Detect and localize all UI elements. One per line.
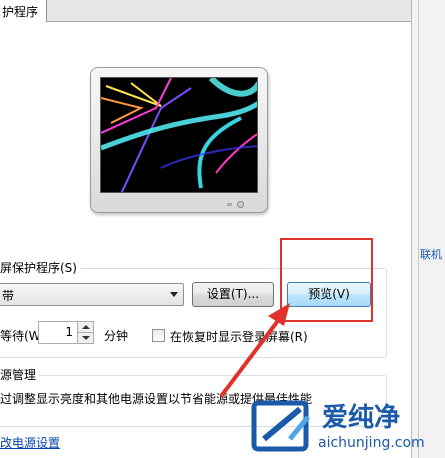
monitor-preview <box>90 67 268 213</box>
screensaver-selected-value: 带 <box>2 289 15 303</box>
watermark-url: aichunjing.com <box>318 435 425 451</box>
watermark-title: 爱纯净 <box>322 403 401 433</box>
right-panel-partial-text: 联机 <box>420 248 442 261</box>
screensaver-group-title: 屏保护程序(S) <box>0 259 80 276</box>
change-power-settings-link[interactable]: 改电源设置 <box>0 434 60 451</box>
chevron-down-icon <box>170 292 178 297</box>
monitor-button <box>227 203 232 206</box>
settings-button[interactable]: 设置(T)... <box>192 282 274 307</box>
wait-minutes-stepper[interactable] <box>78 321 94 344</box>
annotation-highlight-box <box>280 238 373 322</box>
tab-screensaver[interactable]: 护程序 <box>0 0 47 23</box>
screensaver-preview-screen <box>100 77 258 193</box>
power-group-title: 源管理 <box>0 366 40 383</box>
screensaver-select[interactable]: 带 <box>0 283 184 306</box>
stepper-divider <box>78 332 93 333</box>
watermark-logo-icon <box>251 400 310 452</box>
resume-logon-label[interactable]: 在恢复时显示登录屏幕(R) <box>170 328 308 345</box>
resume-logon-checkbox[interactable] <box>152 329 165 342</box>
watermark: 爱纯净 aichunjing.com <box>250 397 445 458</box>
stepper-up-icon[interactable] <box>82 325 90 329</box>
right-divider <box>418 0 419 458</box>
monitor-power-led <box>237 201 244 208</box>
right-window-edge <box>411 0 445 458</box>
wait-minutes-input[interactable]: 1 <box>38 321 78 344</box>
minutes-unit-label: 分钟 <box>104 329 129 343</box>
wait-minutes-value: 1 <box>65 325 73 339</box>
ribbons-preview-graphic <box>101 78 257 192</box>
tab-strip: 护程序 <box>0 0 445 23</box>
stepper-down-icon[interactable] <box>82 336 90 340</box>
